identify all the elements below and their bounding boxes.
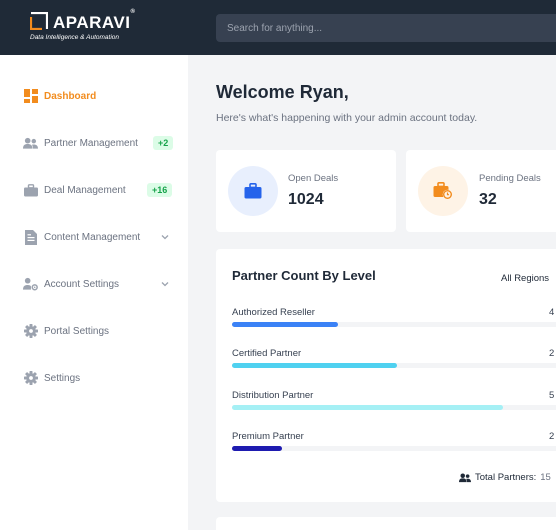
panel-title: Partner Count By Level — [232, 268, 376, 283]
sidebar-item-dashboard[interactable]: Dashboard — [0, 81, 188, 111]
stat-label: Open Deals — [288, 173, 339, 184]
gear-icon — [23, 371, 38, 386]
briefcase-icon — [228, 166, 278, 216]
sidebar-item-partner-management[interactable]: Partner Management +2 — [0, 128, 188, 158]
progress-fill — [232, 363, 397, 368]
sidebar-item-label: Partner Management — [44, 137, 138, 149]
next-panel — [216, 517, 556, 530]
page-title: Welcome Ryan, — [216, 82, 349, 102]
total-value: 15 — [540, 472, 551, 483]
user-cog-icon — [23, 277, 38, 292]
progress-track — [232, 405, 556, 410]
sidebar-item-content-management[interactable]: Content Management — [0, 222, 188, 252]
level-count: 5 — [549, 390, 555, 401]
gear-icon — [23, 324, 38, 339]
brand-tagline: Data Intelligence & Automation — [30, 34, 120, 41]
users-icon — [459, 473, 471, 482]
top-bar: APARAVI® Data Intelligence & Automation — [0, 0, 556, 55]
stat-value: 32 — [479, 191, 497, 208]
stat-label: Pending Deals — [479, 173, 541, 184]
briefcase-clock-icon — [418, 166, 468, 216]
sidebar-item-label: Settings — [44, 372, 81, 384]
level-row: Certified Partner 2 — [232, 348, 556, 378]
level-row: Premium Partner 2 — [232, 431, 556, 461]
progress-track — [232, 322, 556, 327]
logo-mark-icon — [30, 12, 48, 30]
level-name: Certified Partner — [232, 348, 302, 359]
sidebar-item-label: Deal Management — [44, 184, 126, 196]
level-count: 2 — [549, 431, 555, 442]
page-subtitle: Here's what's happening with your admin … — [216, 112, 478, 124]
stat-value: 1024 — [288, 191, 324, 208]
level-name: Authorized Reseller — [232, 307, 315, 318]
sidebar-item-label: Dashboard — [44, 90, 97, 102]
notification-badge: +2 — [153, 136, 174, 150]
brand-name: APARAVI® — [53, 9, 136, 32]
sidebar-item-label: Account Settings — [44, 278, 120, 290]
partner-count-panel: Partner Count By Level All Regions Autho… — [216, 249, 556, 502]
level-row: Authorized Reseller 4 — [232, 307, 556, 337]
progress-track — [232, 363, 556, 368]
progress-fill — [232, 322, 338, 327]
level-count: 4 — [549, 307, 555, 318]
users-icon — [23, 136, 38, 151]
document-icon — [23, 229, 38, 245]
level-name: Distribution Partner — [232, 390, 314, 401]
chevron-down-icon — [161, 282, 169, 287]
sidebar-item-label: Portal Settings — [44, 325, 110, 337]
chevron-down-icon — [161, 235, 169, 240]
level-name: Premium Partner — [232, 431, 304, 442]
sidebar-item-portal-settings[interactable]: Portal Settings — [0, 316, 188, 346]
search-input[interactable] — [216, 14, 556, 42]
dashboard-icon — [23, 89, 38, 104]
sidebar-item-label: Content Management — [44, 231, 141, 243]
sidebar-item-settings[interactable]: Settings — [0, 363, 188, 393]
stat-card-open-deals[interactable]: Open Deals 1024 — [216, 150, 396, 232]
progress-fill — [232, 405, 503, 410]
total-partners: Total Partners: 15 — [459, 472, 551, 483]
notification-badge: +16 — [147, 183, 173, 197]
region-select[interactable]: All Regions — [501, 273, 549, 284]
briefcase-icon — [23, 183, 38, 198]
search-box[interactable] — [216, 14, 556, 42]
stat-card-pending-deals[interactable]: Pending Deals 32 — [406, 150, 556, 232]
level-row: Distribution Partner 5 — [232, 390, 556, 420]
level-count: 2 — [549, 348, 555, 359]
progress-track — [232, 446, 556, 451]
sidebar-item-account-settings[interactable]: Account Settings — [0, 269, 188, 299]
sidebar: Dashboard Partner Management +2 Deal Man… — [0, 55, 188, 530]
progress-fill — [232, 446, 282, 451]
total-label: Total Partners: — [475, 472, 537, 483]
sidebar-item-deal-management[interactable]: Deal Management +16 — [0, 175, 188, 205]
